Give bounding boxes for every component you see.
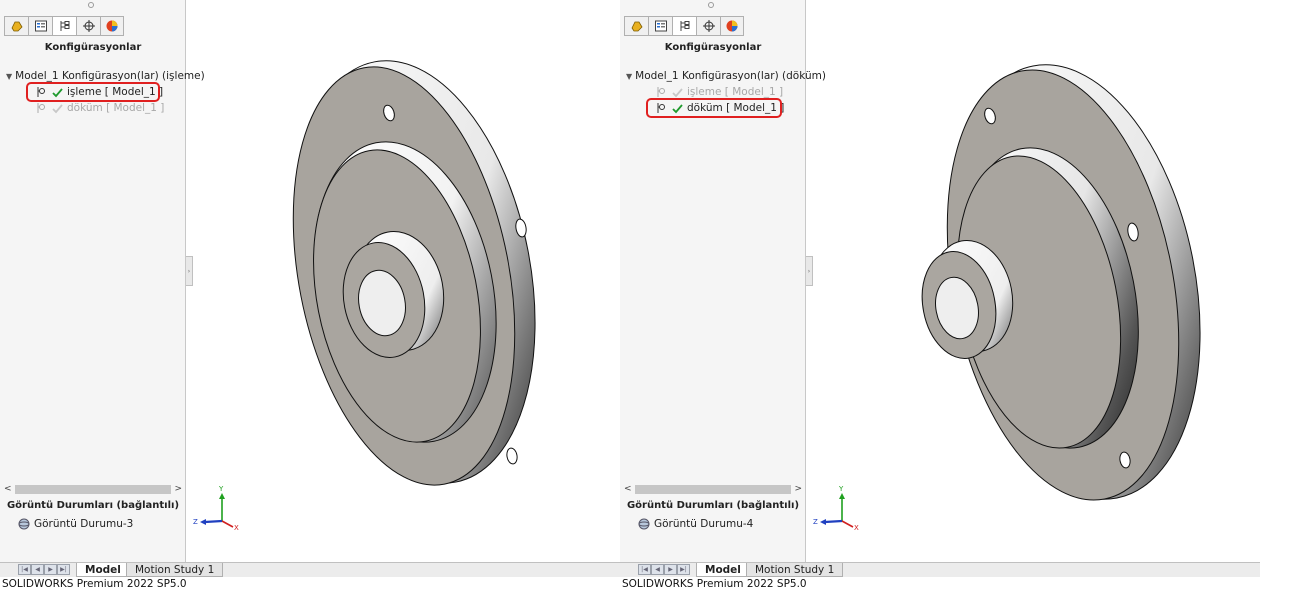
display-states-title: Görüntü Durumları (bağlantılı) bbox=[6, 500, 180, 511]
prev-tab-icon[interactable]: ◀ bbox=[31, 564, 44, 575]
check-icon bbox=[672, 87, 683, 97]
collapse-arrow-icon[interactable]: ▼ bbox=[626, 72, 632, 81]
config-item-dokum[interactable]: döküm [ Model_1 ] bbox=[6, 100, 184, 116]
flange-part bbox=[921, 64, 1201, 501]
highlight-box bbox=[26, 82, 160, 102]
graphics-area[interactable]: Y X Z bbox=[807, 0, 1240, 562]
bottom-tab-bar: |◀ ◀ ▶ ▶| Model Motion Study 1 bbox=[0, 562, 640, 577]
tab-display-manager[interactable] bbox=[720, 16, 744, 36]
check-icon bbox=[52, 103, 63, 113]
highlight-box bbox=[646, 98, 782, 118]
part-model: Y X Z bbox=[193, 60, 536, 532]
status-bar-text: SOLIDWORKS Premium 2022 SP5.0 bbox=[2, 578, 187, 590]
feature-manager-panel: Konfigürasyonlar ▼ Model_1 Konfigürasyon… bbox=[0, 0, 205, 562]
crosshair-icon bbox=[702, 20, 715, 32]
tab-dimxpert-manager[interactable] bbox=[696, 16, 720, 36]
part-model: Y X Z bbox=[813, 64, 1201, 532]
triad-z-label: Z bbox=[813, 518, 818, 526]
config-item-isleme[interactable]: işleme [ Model_1 ] bbox=[6, 82, 184, 102]
config-label: döküm [ Model_1 ] bbox=[67, 102, 165, 114]
next-tab-icon[interactable]: ▶ bbox=[44, 564, 57, 575]
panel-title: Konfigürasyonlar bbox=[664, 42, 762, 53]
first-tab-icon[interactable]: |◀ bbox=[18, 564, 31, 575]
tab-nav-buttons: |◀ ◀ ▶ ▶| bbox=[18, 564, 70, 575]
tab-property-manager[interactable] bbox=[28, 16, 52, 36]
bottom-tab-bar: |◀ ◀ ▶ ▶| Model Motion Study 1 bbox=[620, 562, 1260, 577]
scrollbar-thumb[interactable] bbox=[14, 484, 172, 494]
tab-nav-buttons: |◀ ◀ ▶ ▶| bbox=[638, 564, 690, 575]
manager-tabs bbox=[4, 16, 124, 36]
configuration-manager-icon bbox=[60, 21, 69, 31]
tab-feature-manager[interactable] bbox=[624, 16, 648, 36]
panel-grip[interactable] bbox=[88, 2, 94, 8]
tab-dimxpert-manager[interactable] bbox=[76, 16, 100, 36]
feature-manager-panel: Konfigürasyonlar ▼ Model_1 Konfigürasyon… bbox=[620, 0, 826, 562]
collapse-arrow-icon[interactable]: ▼ bbox=[6, 72, 12, 81]
tab-model[interactable]: Model bbox=[696, 563, 750, 577]
scroll-left-icon[interactable]: < bbox=[4, 484, 12, 494]
tab-configuration-manager[interactable] bbox=[52, 16, 76, 36]
first-tab-icon[interactable]: |◀ bbox=[638, 564, 651, 575]
orientation-triad: Y X Z bbox=[813, 485, 859, 532]
display-state-label: Görüntü Durumu-3 bbox=[34, 518, 134, 530]
scroll-right-icon[interactable]: > bbox=[174, 484, 182, 494]
property-manager-icon bbox=[34, 20, 47, 32]
configuration-icon bbox=[37, 103, 45, 113]
triad-y-label: Y bbox=[218, 485, 224, 493]
triad-y-label: Y bbox=[838, 485, 844, 493]
manager-tabs bbox=[624, 16, 744, 36]
solidworks-window-left: Konfigürasyonlar ▼ Model_1 Konfigürasyon… bbox=[0, 0, 650, 592]
display-state-icon bbox=[18, 518, 30, 530]
feature-manager-icon bbox=[631, 21, 643, 32]
feature-manager-icon bbox=[11, 21, 23, 32]
tab-motion-study[interactable]: Motion Study 1 bbox=[746, 563, 844, 577]
scroll-left-icon[interactable]: < bbox=[624, 484, 632, 494]
appearance-icon bbox=[106, 20, 118, 32]
next-tab-icon[interactable]: ▶ bbox=[664, 564, 677, 575]
tab-property-manager[interactable] bbox=[648, 16, 672, 36]
graphics-area[interactable]: Y X Z bbox=[187, 0, 620, 562]
display-states-title: Görüntü Durumları (bağlantılı) bbox=[626, 500, 800, 511]
tab-feature-manager[interactable] bbox=[4, 16, 28, 36]
scrollbar-thumb[interactable] bbox=[634, 484, 792, 494]
display-state-icon bbox=[638, 518, 650, 530]
tab-display-manager[interactable] bbox=[100, 16, 124, 36]
last-tab-icon[interactable]: ▶| bbox=[57, 564, 70, 575]
config-label: işleme [ Model_1 ] bbox=[687, 86, 784, 98]
solidworks-window-right: Konfigürasyonlar ▼ Model_1 Konfigürasyon… bbox=[620, 0, 1293, 592]
display-state-label: Görüntü Durumu-4 bbox=[654, 518, 754, 530]
tab-motion-study[interactable]: Motion Study 1 bbox=[126, 563, 224, 577]
panel-grip[interactable] bbox=[708, 2, 714, 8]
status-bar-text: SOLIDWORKS Premium 2022 SP5.0 bbox=[622, 578, 807, 590]
scroll-right-icon[interactable]: > bbox=[794, 484, 802, 494]
last-tab-icon[interactable]: ▶| bbox=[677, 564, 690, 575]
flange-part bbox=[292, 60, 536, 486]
triad-x-label: X bbox=[234, 524, 239, 532]
panel-title: Konfigürasyonlar bbox=[44, 42, 142, 53]
configuration-manager-icon bbox=[680, 21, 689, 31]
display-state-item[interactable]: Görüntü Durumu-4 bbox=[638, 518, 753, 530]
horizontal-scrollbar[interactable]: < > bbox=[4, 483, 182, 495]
prev-tab-icon[interactable]: ◀ bbox=[651, 564, 664, 575]
configuration-tree: ▼ Model_1 Konfigürasyon(lar) (döküm) işl… bbox=[626, 68, 826, 118]
configuration-icon bbox=[657, 87, 665, 97]
tree-root-label: Model_1 Konfigürasyon(lar) (işleme) bbox=[15, 70, 205, 82]
triad-z-label: Z bbox=[193, 518, 198, 526]
configuration-tree: ▼ Model_1 Konfigürasyon(lar) (işleme) iş… bbox=[6, 68, 205, 116]
tab-configuration-manager[interactable] bbox=[672, 16, 696, 36]
orientation-triad: Y X Z bbox=[193, 485, 239, 532]
crosshair-icon bbox=[82, 20, 95, 32]
tree-root[interactable]: ▼ Model_1 Konfigürasyon(lar) (döküm) bbox=[626, 68, 826, 84]
property-manager-icon bbox=[654, 20, 667, 32]
horizontal-scrollbar[interactable]: < > bbox=[624, 483, 802, 495]
config-item-dokum[interactable]: döküm [ Model_1 ] bbox=[626, 98, 804, 118]
tree-root-label: Model_1 Konfigürasyon(lar) (döküm) bbox=[635, 70, 826, 82]
display-state-item[interactable]: Görüntü Durumu-3 bbox=[18, 518, 133, 530]
appearance-icon bbox=[726, 20, 738, 32]
triad-x-label: X bbox=[854, 524, 859, 532]
tab-model[interactable]: Model bbox=[76, 563, 130, 577]
